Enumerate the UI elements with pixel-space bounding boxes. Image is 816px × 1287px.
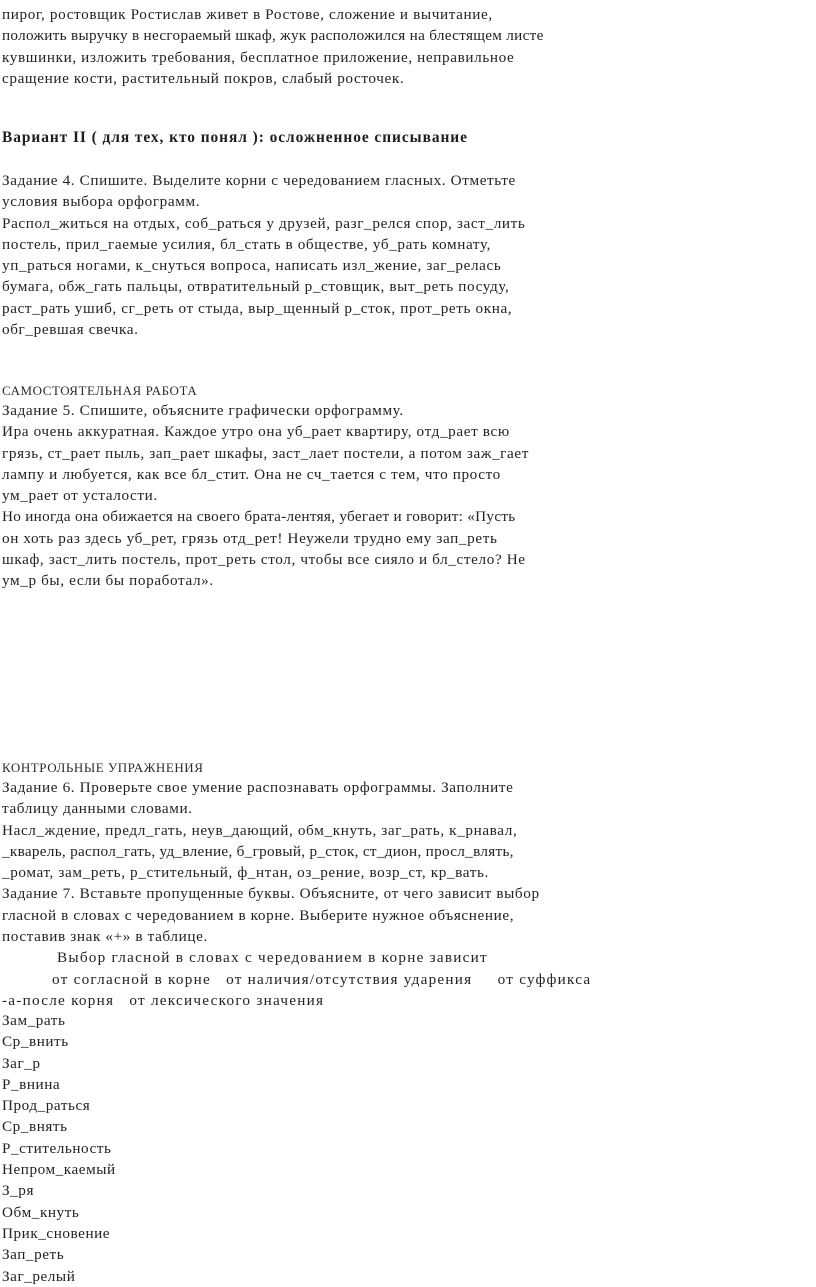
table-row: Ср_внять xyxy=(2,1118,68,1136)
control-exercises-caption: КОНТРОЛЬНЫЕ УПРАЖНЕНИЯ xyxy=(2,760,204,775)
task-6-instruction-line: Задание 6. Проверьте свое умение распозн… xyxy=(2,779,514,796)
task-4-word-line: уп_раться ногами, к_снуться вопроса, нап… xyxy=(2,257,502,275)
task-6-word-line: Насл_ждение, предл_гать, неув_дающий, об… xyxy=(2,821,518,839)
task-4: Задание 4. Спишите. Выделите корни с чер… xyxy=(2,170,816,340)
task-4-word-line: раст_рать ушиб, сг_реть от стыда, выр_ще… xyxy=(2,299,513,317)
table-column-headers-line: -а-после корня от лексического значения xyxy=(2,991,325,1009)
task-4-word-line: Распол_житься на отдых, соб_раться у дру… xyxy=(2,214,526,232)
task-7-instruction-line: гласной в словах с чередованием в корне.… xyxy=(2,906,515,924)
intro-paragraph: пирог, ростовщик Ростислав живет в Росто… xyxy=(2,4,816,89)
intro-line: пирог, ростовщик Ростислав живет в Росто… xyxy=(2,6,493,23)
task-5-paragraph-line: лампу и любуется, как все бл_стит. Она н… xyxy=(2,465,501,483)
table-word-column: Зам_рать Ср_внить Заг_р Р_внина Прод_рат… xyxy=(2,1010,816,1287)
intro-line: кувшинки, изложить требования, бесплатно… xyxy=(2,48,515,66)
task-7-instruction-line: поставив знак «+» в таблице. xyxy=(2,928,208,946)
table-title: Выбор гласной в словах с чередованием в … xyxy=(57,949,488,967)
task-5-instruction: Задание 5. Спишите, объясните графически… xyxy=(2,402,404,419)
task-5-paragraph-line: шкаф, заст_лить постель, прот_реть стол,… xyxy=(2,551,526,569)
table-row: Заг_р xyxy=(2,1054,41,1072)
task-4-word-line: бумага, обж_гать пальцы, отвратительный … xyxy=(2,278,510,296)
task-5-paragraph-line: он хоть раз здесь уб_рет, грязь отд_рет!… xyxy=(2,529,498,547)
task-5-paragraph-line: грязь, ст_рает пыль, зап_рает шкафы, зас… xyxy=(2,444,529,462)
task-6-word-line: _кварель, распол_гать, уд_вление, б_гров… xyxy=(2,842,514,860)
intro-line: сращение кости, растительный покров, сла… xyxy=(2,69,405,87)
document-page: пирог, ростовщик Ростислав живет в Росто… xyxy=(0,0,816,1287)
task-4-word-line: постель, прил_гаемые усилия, бл_стать в … xyxy=(2,235,492,253)
variant-heading-text: Вариант II ( для тех, кто понял ): ослож… xyxy=(2,129,468,146)
task-4-instruction-line: Задание 4. Спишите. Выделите корни с чер… xyxy=(2,172,516,189)
task-4-instruction-line: условия выбора орфограмм. xyxy=(2,193,201,211)
table-column-headers-line: от согласной в корне от наличия/отсутств… xyxy=(52,970,592,988)
independent-work-caption: САМОСТОЯТЕЛЬНАЯ РАБОТА xyxy=(2,383,198,398)
task-6-word-line: _ромат, зам_реть, р_стительный, ф_нтан, … xyxy=(2,864,489,882)
table-row: Зам_рать xyxy=(2,1012,66,1029)
task-5-paragraph-line: Ира очень аккуратная. Каждое утро она уб… xyxy=(2,423,510,441)
table-row: Прод_раться xyxy=(2,1097,91,1115)
variant-heading: Вариант II ( для тех, кто понял ): ослож… xyxy=(2,127,816,148)
table-row: Прик_сновение xyxy=(2,1224,111,1242)
table-row: Ср_внить xyxy=(2,1033,69,1051)
task-6-instruction-line: таблицу данными словами. xyxy=(2,800,193,818)
intro-line: положить выручку в несгораемый шкаф, жук… xyxy=(2,27,544,45)
table-row: Непром_каемый xyxy=(2,1161,116,1179)
control-exercises-section: КОНТРОЛЬНЫЕ УПРАЖНЕНИЯ Задание 6. Провер… xyxy=(2,758,816,1011)
table-row: Обм_кнуть xyxy=(2,1203,80,1221)
table-row: Р_внина xyxy=(2,1075,61,1093)
independent-work-section: САМОСТОЯТЕЛЬНАЯ РАБОТА Задание 5. Спишит… xyxy=(2,381,816,592)
task-5-paragraph-line: ум_р бы, если бы поработал». xyxy=(2,572,214,590)
task-5-paragraph-line: ум_рает от усталости. xyxy=(2,487,158,505)
table-row: Р_стительность xyxy=(2,1139,112,1157)
task-5-paragraph-line: Но иногда она обижается на своего брата-… xyxy=(2,508,516,526)
table-row: Зап_реть xyxy=(2,1246,65,1264)
task-4-word-line: обг_ревшая свечка. xyxy=(2,321,139,339)
table-row: З_ря xyxy=(2,1182,34,1200)
task-7-instruction-line: Задание 7. Вставьте пропущенные буквы. О… xyxy=(2,885,540,903)
